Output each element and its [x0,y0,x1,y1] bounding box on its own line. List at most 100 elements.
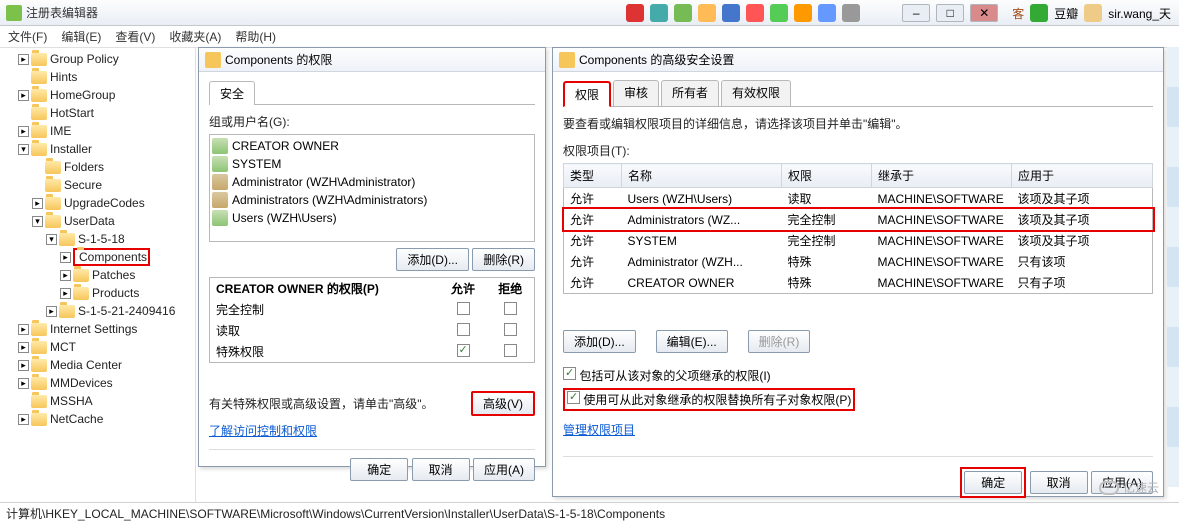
allow-checkbox[interactable] [457,344,470,357]
edit-button[interactable]: 编辑(E)... [656,330,728,353]
learn-more-link[interactable]: 了解访问控制和权限 [209,422,535,439]
tree-item[interactable]: ▸Group Policy [0,50,195,68]
tree-item[interactable]: ▾S-1-5-18 [0,230,195,248]
douban-icon[interactable] [1030,4,1048,22]
col-apply[interactable]: 应用于 [1012,164,1153,188]
apply-button[interactable]: 应用(A) [473,458,535,481]
deny-checkbox[interactable] [504,323,517,336]
registry-tree[interactable]: ▸Group PolicyHints▸HomeGroupHotStart▸IME… [0,48,196,502]
expand-icon[interactable]: ▸ [18,324,29,335]
tree-item[interactable]: ▸NetCache [0,410,195,428]
tree-item[interactable]: ▸Products [0,284,195,302]
expand-icon[interactable]: ▸ [18,126,29,137]
user-item[interactable]: SYSTEM [212,155,532,173]
tree-item[interactable]: HotStart [0,104,195,122]
tray-icon[interactable] [770,4,788,22]
tree-item[interactable]: ▸IME [0,122,195,140]
tree-item[interactable]: ▸UpgradeCodes [0,194,195,212]
avatar-icon[interactable] [1084,4,1102,22]
tree-item[interactable]: ▸Internet Settings [0,320,195,338]
expand-icon[interactable] [18,72,29,83]
expand-icon[interactable]: ▸ [60,252,71,263]
col-inherited[interactable]: 继承于 [872,164,1012,188]
add-button[interactable]: 添加(D)... [396,248,469,271]
expand-icon[interactable]: ▾ [46,234,57,245]
menu-file[interactable]: 文件(F) [8,28,47,45]
tree-item[interactable]: ▸Components [0,248,195,266]
deny-checkbox[interactable] [504,344,517,357]
maximize-button[interactable]: □ [936,4,964,22]
perm-entry-row[interactable]: 允许SYSTEM完全控制MACHINE\SOFTWARE该项及其子项 [564,230,1153,251]
menu-fav[interactable]: 收藏夹(A) [169,28,221,45]
tray-icon[interactable] [818,4,836,22]
expand-icon[interactable]: ▸ [18,378,29,389]
tray-icon[interactable] [650,4,668,22]
close-button[interactable]: ✕ [970,4,998,22]
tab-permissions[interactable]: 权限 [563,81,611,107]
cancel-button[interactable]: 取消 [1030,471,1088,494]
group-users-list[interactable]: CREATOR OWNERSYSTEMAdministrator (WZH\Ad… [209,134,535,242]
tree-item[interactable]: ▾Installer [0,140,195,158]
dialog-titlebar[interactable]: Components 的高级安全设置 [553,48,1163,72]
allow-checkbox[interactable] [457,323,470,336]
remove-button[interactable]: 删除(R) [472,248,535,271]
tray-icon[interactable] [794,4,812,22]
perm-entry-row[interactable]: 允许Users (WZH\Users)读取MACHINE\SOFTWARE该项及… [564,188,1153,210]
expand-icon[interactable] [32,180,43,191]
tree-item[interactable]: ▸MCT [0,338,195,356]
menu-view[interactable]: 查看(V) [115,28,155,45]
perm-entry-row[interactable]: 允许CREATOR OWNER特殊MACHINE\SOFTWARE只有子项 [564,272,1153,294]
menu-help[interactable]: 帮助(H) [235,28,276,45]
tree-item[interactable]: ▸S-1-5-21-2409416 [0,302,195,320]
tree-item[interactable]: Hints [0,68,195,86]
expand-icon[interactable] [18,108,29,119]
tab-effective[interactable]: 有效权限 [721,80,791,106]
tray-icon[interactable] [674,4,692,22]
expand-icon[interactable]: ▸ [46,306,57,317]
tab-audit[interactable]: 审核 [613,80,659,106]
ok-button[interactable]: 确定 [350,458,408,481]
ok-button[interactable]: 确定 [964,471,1022,494]
tray-icon[interactable] [698,4,716,22]
tree-item[interactable]: ▸HomeGroup [0,86,195,104]
expand-icon[interactable]: ▾ [18,144,29,155]
tree-item[interactable]: ▸MMDevices [0,374,195,392]
deny-checkbox[interactable] [504,302,517,315]
expand-icon[interactable]: ▸ [60,288,71,299]
tree-item[interactable]: ▸Media Center [0,356,195,374]
minimize-button[interactable]: ‒ [902,4,930,22]
perm-entry-row[interactable]: 允许Administrator (WZH...特殊MACHINE\SOFTWAR… [564,251,1153,272]
inherit-checkbox[interactable] [563,367,576,380]
expand-icon[interactable]: ▸ [18,90,29,101]
cancel-button[interactable]: 取消 [412,458,470,481]
replace-checkbox[interactable] [567,391,580,404]
expand-icon[interactable]: ▸ [18,360,29,371]
expand-icon[interactable]: ▸ [18,342,29,353]
col-perm[interactable]: 权限 [782,164,872,188]
tray-icon[interactable] [842,4,860,22]
expand-icon[interactable]: ▾ [32,216,43,227]
permission-entries-table[interactable]: 类型 名称 权限 继承于 应用于 允许Users (WZH\Users)读取MA… [563,163,1153,294]
expand-icon[interactable]: ▸ [18,54,29,65]
col-name[interactable]: 名称 [622,164,782,188]
tree-item[interactable]: Secure [0,176,195,194]
tree-item[interactable]: ▸Patches [0,266,195,284]
tab-owner[interactable]: 所有者 [661,80,719,106]
tree-item[interactable]: Folders [0,158,195,176]
tree-item[interactable]: ▾UserData [0,212,195,230]
perm-entry-row[interactable]: 允许Administrators (WZ...完全控制MACHINE\SOFTW… [564,209,1153,230]
allow-checkbox[interactable] [457,302,470,315]
tray-icon[interactable] [722,4,740,22]
add-button[interactable]: 添加(D)... [563,330,636,353]
manage-link[interactable]: 管理权限项目 [563,421,1153,438]
user-item[interactable]: Users (WZH\Users) [212,209,532,227]
user-item[interactable]: Administrators (WZH\Administrators) [212,191,532,209]
tab-security[interactable]: 安全 [209,81,255,105]
expand-icon[interactable]: ▸ [60,270,71,281]
tree-item[interactable]: MSSHA [0,392,195,410]
expand-icon[interactable] [18,396,29,407]
user-item[interactable]: CREATOR OWNER [212,137,532,155]
menu-edit[interactable]: 编辑(E) [61,28,101,45]
user-item[interactable]: Administrator (WZH\Administrator) [212,173,532,191]
expand-icon[interactable]: ▸ [32,198,43,209]
